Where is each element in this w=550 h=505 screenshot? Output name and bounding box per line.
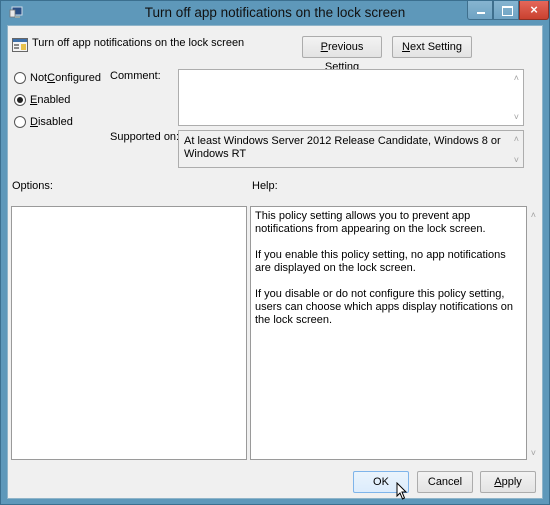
supported-on-label: Supported on: — [110, 131, 180, 143]
policy-name: Turn off app notifications on the lock s… — [32, 37, 245, 49]
help-scroll-down-icon[interactable]: ˅ — [531, 448, 536, 458]
policy-setting-icon — [12, 38, 28, 52]
supported-on-field: At least Windows Server 2012 Release Can… — [178, 130, 524, 168]
cancel-button[interactable]: Cancel — [417, 471, 473, 493]
radio-enabled[interactable]: Enabled — [14, 94, 70, 106]
apply-button[interactable]: Apply — [480, 471, 536, 493]
help-text: This policy setting allows you to preven… — [255, 210, 514, 326]
comment-label: Comment: — [110, 70, 161, 82]
policy-dialog-window: Turn off app notifications on the lock s… — [0, 0, 550, 505]
radio-disabled[interactable]: Disabled — [14, 116, 73, 128]
options-panel — [11, 206, 247, 460]
scroll-up-icon[interactable]: ˄ — [514, 73, 519, 83]
scroll-up-icon[interactable]: ˄ — [514, 134, 519, 144]
comment-textarea[interactable]: ˄ ˅ — [178, 69, 524, 126]
close-icon: × — [530, 2, 538, 17]
mouse-cursor-icon — [396, 482, 408, 500]
minimize-button[interactable] — [467, 1, 493, 20]
radio-circle[interactable] — [14, 72, 26, 84]
radio-not-configured[interactable]: Not Configured — [14, 72, 101, 84]
scroll-down-icon[interactable]: ˅ — [514, 155, 519, 165]
maximize-button[interactable] — [493, 1, 519, 20]
help-label: Help: — [252, 180, 278, 192]
previous-setting-button[interactable]: Previous Setting — [302, 36, 382, 73]
scroll-down-icon[interactable]: ˅ — [514, 112, 519, 122]
help-scroll-up-icon[interactable]: ˄ — [531, 210, 536, 220]
help-panel: This policy setting allows you to preven… — [250, 206, 527, 460]
title-bar[interactable]: Turn off app notifications on the lock s… — [1, 1, 549, 25]
options-label: Options: — [12, 180, 53, 192]
radio-circle[interactable] — [14, 116, 26, 128]
dialog-body: Turn off app notifications on the lock s… — [7, 25, 543, 499]
close-button[interactable]: × — [519, 1, 549, 20]
radio-circle-checked[interactable] — [14, 94, 26, 106]
next-setting-button[interactable]: Next Setting — [392, 36, 472, 58]
